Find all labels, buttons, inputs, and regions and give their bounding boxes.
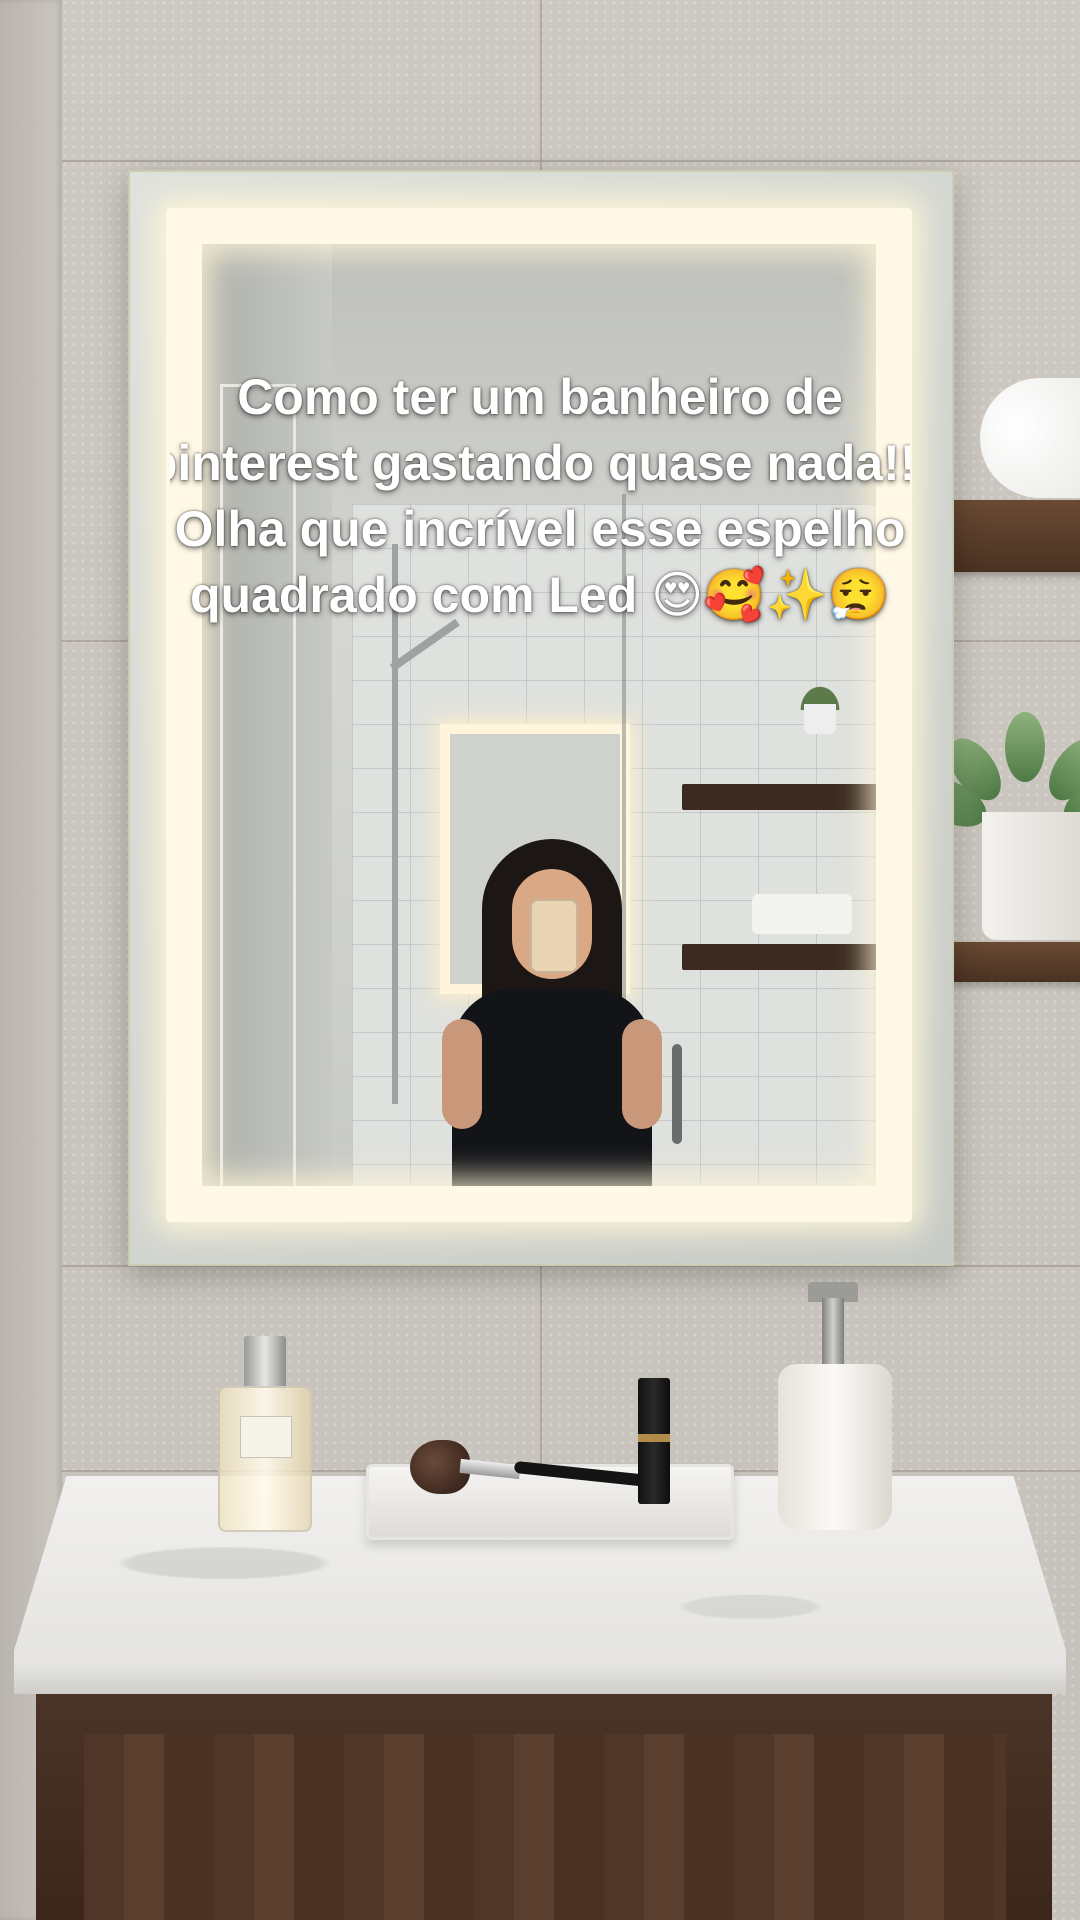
soap-dispenser [778,1282,892,1530]
perfume-bottle [218,1336,312,1532]
bathroom-scene: Como ter um banheiro de pinterest gastan… [0,0,1080,1920]
plant-pot [982,812,1080,940]
caption-area: Como ter um banheiro de pinterest gastan… [170,364,910,694]
led-light-frame [166,208,912,1222]
makeup-brush [410,1440,651,1500]
vanity-drawer [84,1734,1006,1920]
caption-text: Como ter um banheiro de pinterest gastan… [170,369,910,623]
countertop-edge [14,1660,1066,1694]
lipstick [638,1378,670,1504]
led-mirror [128,170,954,1266]
succulent-plant [913,712,1080,837]
